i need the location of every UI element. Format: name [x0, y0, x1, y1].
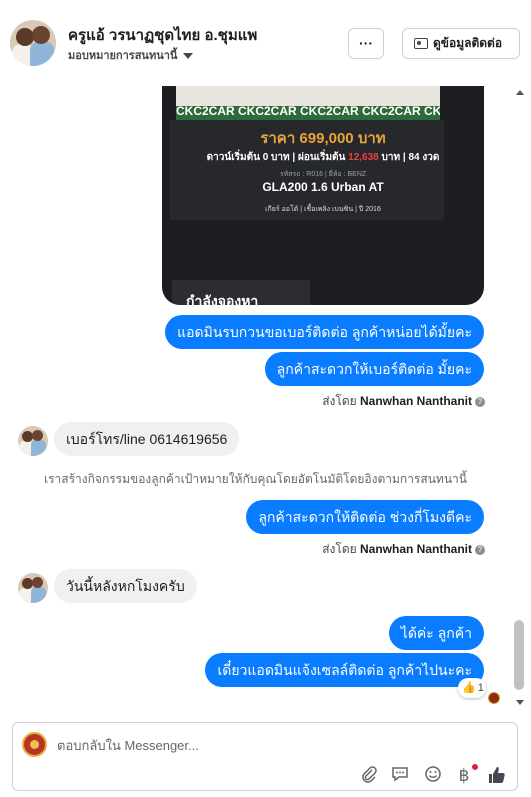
view-contact-info-button[interactable]: ดูข้อมูลติดต่อ: [402, 28, 520, 59]
scroll-up-arrow-icon[interactable]: [516, 90, 524, 95]
image-banner-text: CKC2CAR CKC2CAR CKC2CAR CKC2CAR CKC2: [176, 104, 440, 118]
sent-by-prefix: ส่งโดย: [322, 394, 357, 408]
contact-card-icon: [414, 38, 428, 49]
chat-bubble-icon[interactable]: [389, 765, 411, 787]
smiley-icon[interactable]: [422, 765, 444, 787]
help-icon[interactable]: ?: [475, 544, 485, 555]
notification-dot: [472, 764, 478, 770]
message-bubble-outgoing[interactable]: เดี๋ยวแอดมินแจ้งเซลล์ติดต่อ ลูกค้าไปนะคะ: [205, 653, 484, 687]
assign-conversation-label: มอบหมายการสนทนานี้: [68, 50, 178, 62]
view-contact-info-label: ดูข้อมูลติดต่อ: [433, 36, 503, 50]
message-thread[interactable]: CKC2CAR CKC2CAR CKC2CAR CKC2CAR CKC2 ราค…: [0, 86, 531, 712]
shared-image-attachment[interactable]: CKC2CAR CKC2CAR CKC2CAR CKC2CAR CKC2 ราค…: [162, 86, 484, 305]
image-down-payment: ดาวน์เริ่มต้น 0 บาท | ผ่อนเริ่มต้น 12,63…: [162, 150, 484, 165]
sent-by-name: Nanwhan Nanthanit: [359, 542, 472, 556]
seen-avatar-icon: [488, 692, 500, 704]
scroll-down-arrow-icon[interactable]: [516, 700, 524, 705]
message-bubble-incoming[interactable]: วันนี้หลังหกโมงครับ: [54, 569, 197, 603]
image-specs: เกียร์ ออโต้ | เชื้อเพลิง เบนซิน | ปี 20…: [265, 206, 381, 213]
thumbs-up-icon[interactable]: [486, 765, 508, 787]
reply-composer: ฿: [12, 722, 518, 791]
sent-by-label: ส่งโดย Nanwhan Nanthanit?: [322, 392, 485, 411]
reaction-count: 1: [477, 682, 484, 694]
caret-down-icon: [183, 53, 194, 60]
message-bubble-outgoing[interactable]: ลูกค้าสะดวกให้เบอร์ติดต่อ มั้ยคะ: [264, 352, 484, 386]
scrollbar-thumb[interactable]: [514, 620, 524, 690]
contact-avatar[interactable]: [10, 20, 56, 66]
more-options-button[interactable]: ···: [348, 28, 384, 59]
sent-by-label: ส่งโดย Nanwhan Nanthanit?: [322, 540, 485, 559]
image-code-line: รหัสรถ : R016 | ยี่ห้อ : BENZ: [279, 171, 367, 178]
contact-name[interactable]: ครูแอ้ วรนาฏชุดไทย อ.ชุมแพ: [68, 23, 257, 47]
message-bubble-incoming[interactable]: เบอร์โทร/line 0614619656: [54, 422, 240, 456]
reply-input[interactable]: [55, 733, 459, 757]
down-suffix: บาท | 84 งวด: [381, 152, 440, 163]
conversation-header: ครูแอ้ วรนาฏชุดไทย อ.ชุมแพ มอบหมายการสนท…: [0, 0, 531, 87]
installment-amount: 12,638: [348, 152, 379, 163]
image-bottom-text: กำลังจองหา: [186, 293, 259, 305]
reaction-badge[interactable]: 👍 1: [458, 678, 486, 698]
page-avatar: [22, 732, 47, 757]
contact-avatar-small[interactable]: [18, 573, 48, 603]
thread-scrollbar[interactable]: [514, 86, 524, 712]
down-prefix: ดาวน์เริ่มต้น 0 บาท | ผ่อนเริ่มต้น: [206, 152, 346, 163]
image-model: GLA200 1.6 Urban AT: [262, 180, 384, 194]
assign-conversation-dropdown[interactable]: มอบหมายการสนทนานี้: [68, 46, 194, 64]
thumbs-up-reaction-icon: 👍: [462, 682, 476, 694]
message-bubble-outgoing[interactable]: ลูกค้าสะดวกให้ติดต่อ ช่วงกี่โมงดีคะ: [246, 500, 484, 534]
image-price: ราคา 699,000 บาท: [260, 130, 386, 147]
help-icon[interactable]: ?: [475, 396, 485, 407]
message-bubble-outgoing[interactable]: แอดมินรบกวนขอเบอร์ติดต่อ ลูกค้าหน่อยได้ม…: [165, 315, 484, 349]
paperclip-icon[interactable]: [358, 765, 380, 787]
contact-avatar-small[interactable]: [18, 426, 48, 456]
system-note: เราสร้างกิจกรรมของลูกค้าเป้าหมายให้กับคุ…: [44, 472, 467, 486]
sent-by-name: Nanwhan Nanthanit: [359, 394, 472, 408]
sent-by-prefix: ส่งโดย: [322, 542, 357, 556]
message-bubble-outgoing[interactable]: ได้ค่ะ ลูกค้า: [388, 616, 484, 650]
